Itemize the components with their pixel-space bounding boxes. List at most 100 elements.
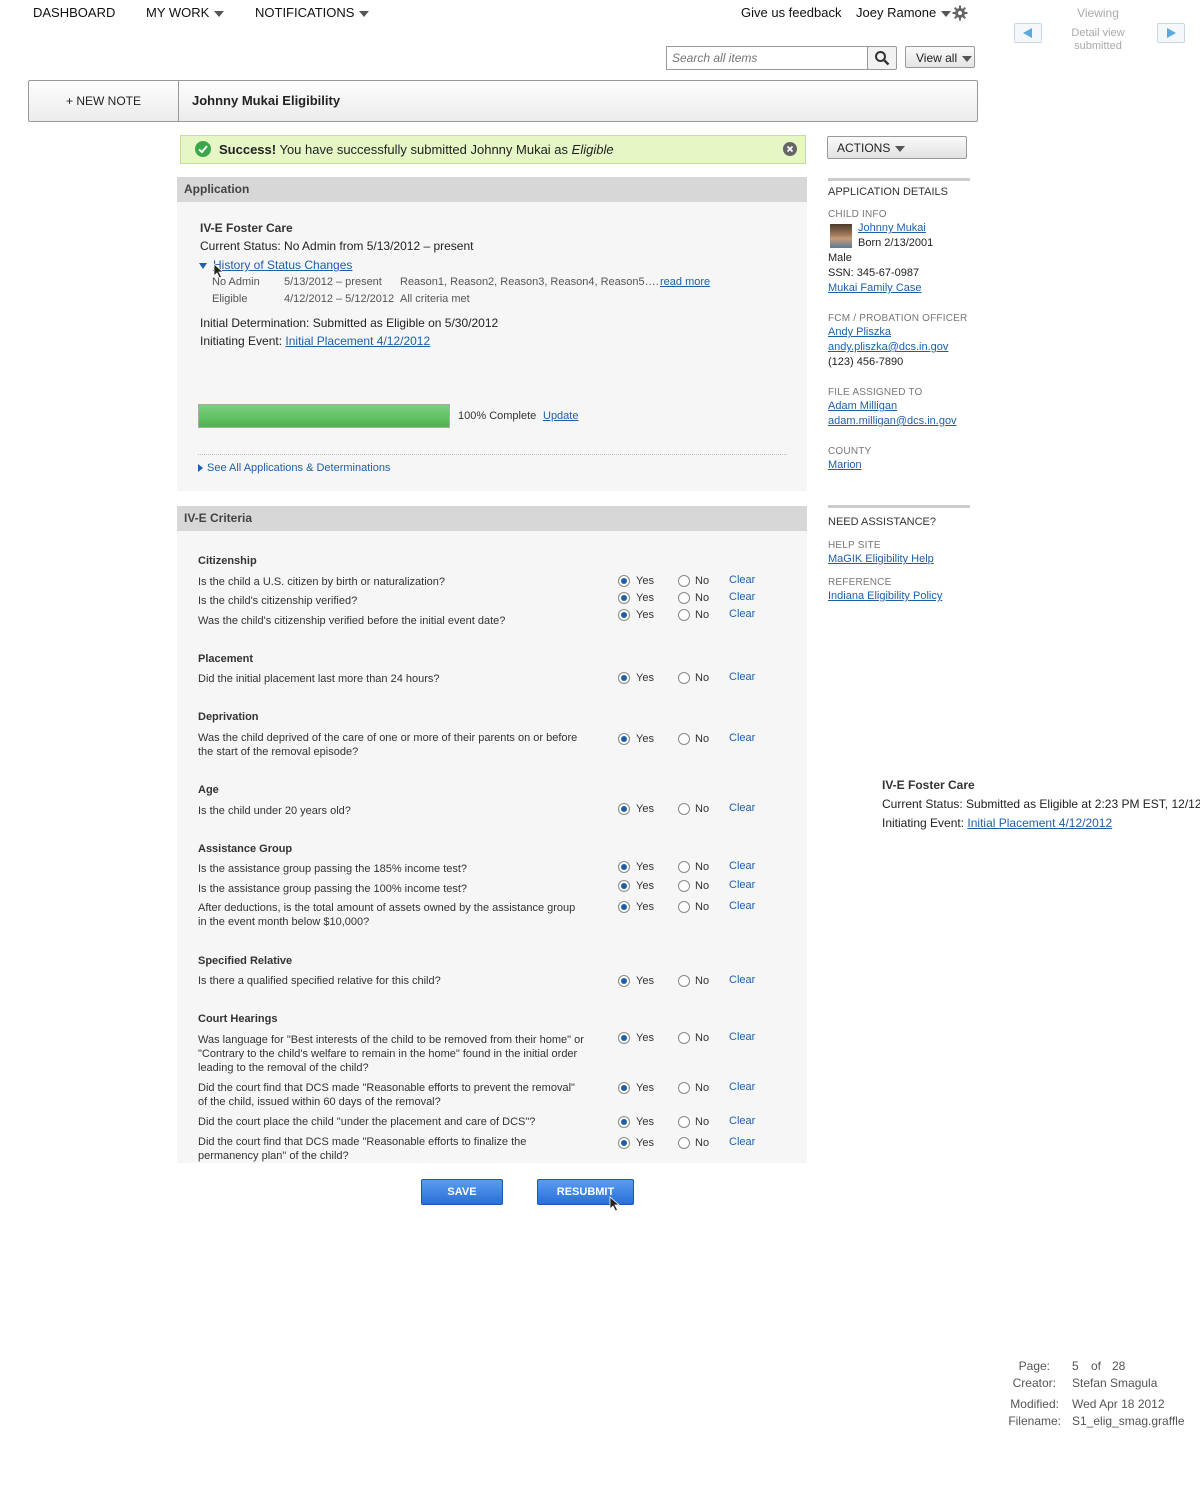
no-radio[interactable]: [678, 1137, 690, 1149]
nav-dashboard[interactable]: DASHBOARD: [33, 5, 115, 20]
nav-my-work[interactable]: MY WORK: [146, 5, 225, 20]
no-radio[interactable]: [678, 575, 690, 587]
file-assigned-caption: FILE ASSIGNED TO: [828, 387, 923, 398]
initiating-event: Initiating Event: Initial Placement 4/12…: [200, 334, 430, 348]
see-all-link[interactable]: See All Applications & Determinations: [198, 462, 390, 474]
no-label: No: [695, 1032, 710, 1044]
no-radio[interactable]: [678, 1116, 690, 1128]
no-radio[interactable]: [678, 609, 690, 621]
criteria-question: Is the assistance group passing the 185%…: [198, 863, 468, 875]
next-button[interactable]: [1157, 23, 1185, 43]
yes-radio[interactable]: [618, 733, 630, 745]
yes-radio[interactable]: [618, 1032, 630, 1044]
actions-button[interactable]: ACTIONS: [827, 136, 967, 159]
new-note-button[interactable]: + NEW NOTE: [29, 81, 179, 121]
reference-link[interactable]: Indiana Eligibility Policy: [828, 590, 942, 602]
yes-radio[interactable]: [618, 1137, 630, 1149]
yes-radio[interactable]: [618, 1082, 630, 1094]
yes-radio[interactable]: [618, 975, 630, 987]
clear-link[interactable]: Clear: [729, 608, 755, 620]
clear-link[interactable]: Clear: [729, 1136, 755, 1148]
prev-button[interactable]: [1014, 23, 1042, 43]
no-radio[interactable]: [678, 1082, 690, 1094]
clear-link[interactable]: Clear: [729, 574, 755, 586]
application-panel: Application IV-E Foster Care Current Sta…: [177, 177, 807, 491]
no-radio[interactable]: [678, 901, 690, 913]
yes-radio[interactable]: [618, 901, 630, 913]
yes-radio[interactable]: [618, 803, 630, 815]
county-caption: COUNTY: [828, 446, 872, 457]
child-ssn: SSN: 345-67-0987: [828, 267, 920, 279]
clear-link[interactable]: Clear: [729, 802, 755, 814]
history-range: 5/13/2012 – present: [284, 276, 382, 288]
clear-link[interactable]: Clear: [729, 591, 755, 603]
success-text: You have successfully submitted Johnny M…: [276, 142, 572, 157]
no-radio[interactable]: [678, 861, 690, 873]
history-range: 4/12/2012 – 5/12/2012: [284, 293, 395, 305]
annotation-event: Initiating Event: Initial Placement 4/12…: [882, 816, 1112, 830]
sidebar-divider: [828, 505, 970, 508]
yes-label: Yes: [636, 575, 654, 587]
success-message: Success! You have successfully submitted…: [219, 142, 614, 157]
clear-link[interactable]: Clear: [729, 1115, 755, 1127]
clear-link[interactable]: Clear: [729, 860, 755, 872]
yes-label: Yes: [636, 861, 654, 873]
annotation-event-link[interactable]: Initial Placement 4/12/2012: [967, 816, 1112, 830]
yes-radio[interactable]: [618, 672, 630, 684]
clear-link[interactable]: Clear: [729, 1081, 755, 1093]
criteria-section-title: Assistance Group: [198, 843, 293, 855]
fcm-name-link[interactable]: Andy Pliszka: [828, 326, 891, 338]
no-radio[interactable]: [678, 733, 690, 745]
no-radio[interactable]: [678, 975, 690, 987]
no-radio[interactable]: [678, 592, 690, 604]
criteria-question: Is there a qualified specified relative …: [198, 975, 441, 987]
no-radio[interactable]: [678, 1032, 690, 1044]
yes-radio[interactable]: [618, 592, 630, 604]
criteria-question: Was language for "Best interests of the …: [198, 1034, 584, 1074]
clear-link[interactable]: Clear: [729, 974, 755, 986]
yes-radio[interactable]: [618, 609, 630, 621]
initiating-event-link[interactable]: Initial Placement 4/12/2012: [285, 334, 430, 348]
avatar: [830, 224, 852, 248]
fcm-email-link[interactable]: andy.pliszka@dcs.in.gov: [828, 341, 948, 353]
annotation-status: Current Status: Submitted as Eligible at…: [882, 797, 1200, 811]
feedback-link[interactable]: Give us feedback: [741, 5, 841, 20]
family-case-link[interactable]: Mukai Family Case: [828, 282, 922, 294]
no-label: No: [695, 592, 710, 604]
save-button[interactable]: SAVE: [421, 1179, 503, 1205]
viewing-label: Viewing: [1077, 6, 1119, 20]
gear-icon[interactable]: [952, 5, 968, 21]
history-link[interactable]: History of Status Changes: [213, 258, 352, 272]
yes-radio[interactable]: [618, 575, 630, 587]
user-menu[interactable]: Joey Ramone: [856, 5, 952, 20]
close-icon[interactable]: [783, 142, 797, 156]
help-site-link[interactable]: MaGIK Eligibility Help: [828, 553, 934, 565]
view-all-button[interactable]: View all: [905, 46, 975, 68]
file-assignee-email-link[interactable]: adam.milligan@dcs.in.gov: [828, 415, 957, 427]
current-status: Current Status: No Admin from 5/13/2012 …: [200, 239, 474, 253]
search-button[interactable]: [867, 46, 897, 70]
no-radio[interactable]: [678, 803, 690, 815]
search-input[interactable]: [666, 46, 872, 70]
clear-link[interactable]: Clear: [729, 671, 755, 683]
read-more-link[interactable]: read more: [660, 276, 710, 288]
clear-link[interactable]: Clear: [729, 900, 755, 912]
file-assignee-link[interactable]: Adam Milligan: [828, 400, 897, 412]
clear-link[interactable]: Clear: [729, 1031, 755, 1043]
user-name: Joey Ramone: [856, 5, 937, 20]
update-link[interactable]: Update: [543, 410, 578, 422]
yes-radio[interactable]: [618, 880, 630, 892]
county-link[interactable]: Marion: [828, 459, 862, 471]
check-icon: [195, 141, 211, 157]
no-radio[interactable]: [678, 880, 690, 892]
clear-link[interactable]: Clear: [729, 732, 755, 744]
yes-radio[interactable]: [618, 1116, 630, 1128]
help-site-caption: HELP SITE: [828, 540, 881, 551]
child-name-link[interactable]: Johnny Mukai: [858, 222, 926, 234]
triangle-right-icon: [198, 464, 203, 473]
nav-notifications[interactable]: NOTIFICATIONS: [255, 5, 370, 20]
no-label: No: [695, 803, 710, 815]
yes-radio[interactable]: [618, 861, 630, 873]
no-radio[interactable]: [678, 672, 690, 684]
clear-link[interactable]: Clear: [729, 879, 755, 891]
